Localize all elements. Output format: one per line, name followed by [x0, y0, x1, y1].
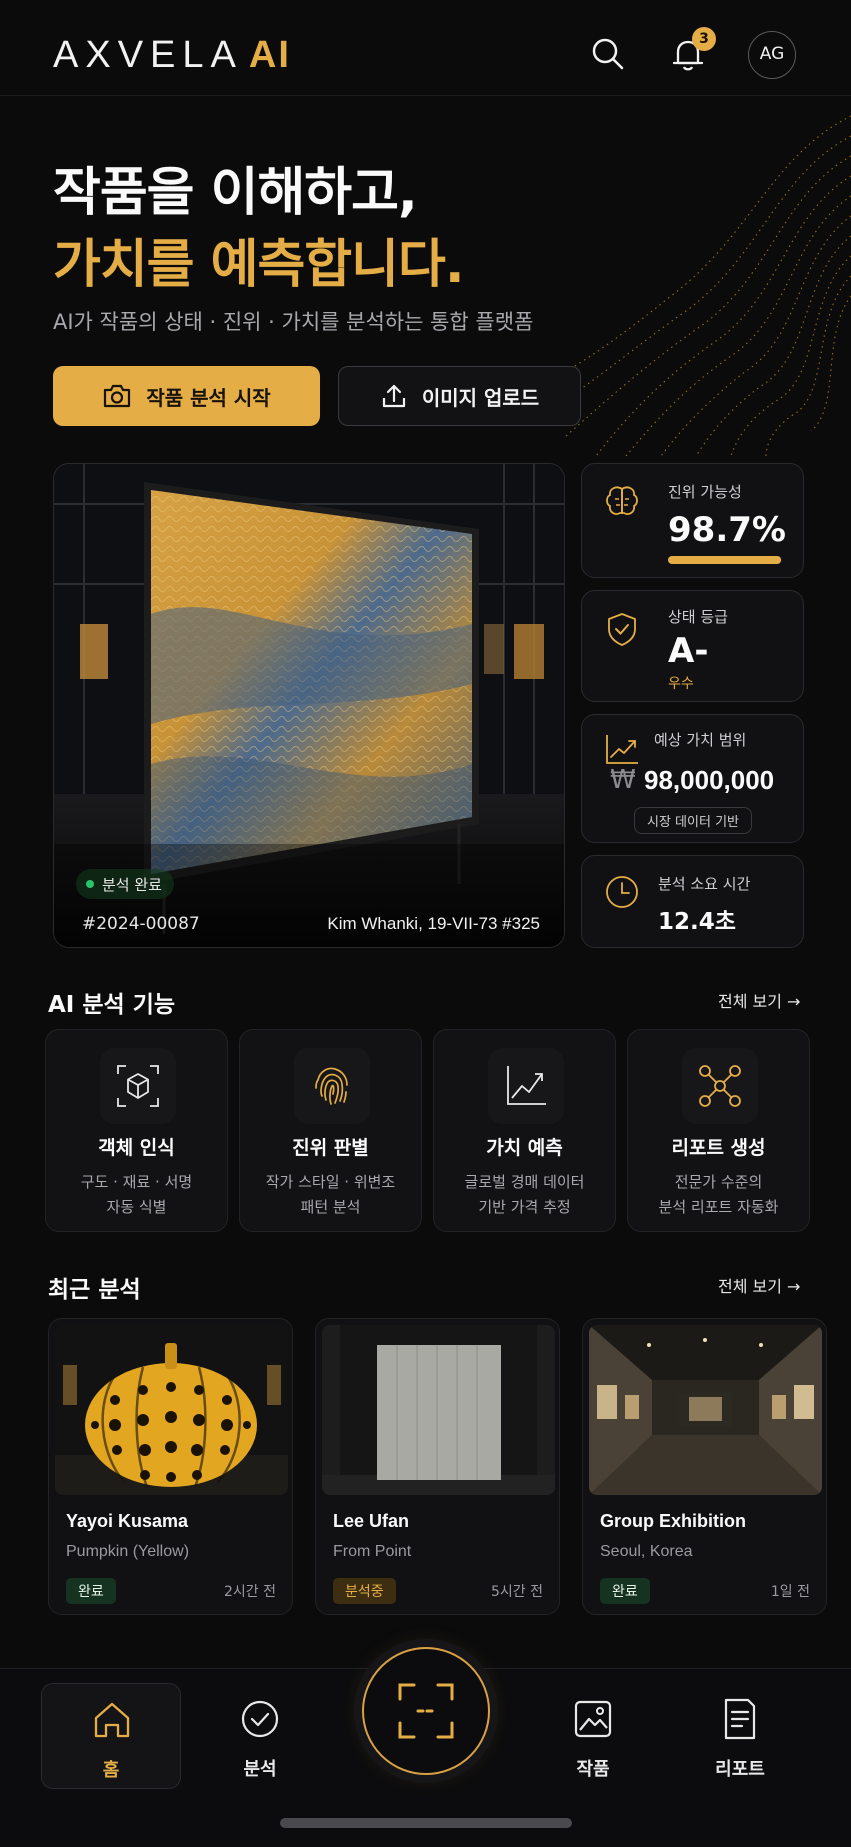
feature-description: 작가 스타일 · 위변조: [265, 1173, 396, 1191]
authenticity-label: 진위 가능성: [668, 483, 742, 501]
condition-label: 상태 등급: [668, 608, 728, 626]
feature-description: 패턴 분석: [300, 1198, 361, 1216]
from-point-image: [322, 1325, 555, 1495]
home-icon: [94, 1702, 130, 1738]
feature-description: 글로벌 경매 데이터: [464, 1173, 585, 1191]
value-range-stat-card[interactable]: 예상 가치 범위 ₩ 98,000,000 시장 데이터 기반: [581, 714, 804, 843]
recent-work: Seoul, Korea: [600, 1543, 693, 1560]
status-dot: [86, 880, 94, 888]
analysis-time-stat-card[interactable]: 분석 소요 시간 12.4초: [581, 855, 804, 948]
recent-card-lee-ufan[interactable]: Lee Ufan From Point 분석중 5시간 전: [315, 1318, 560, 1615]
home-indicator: [280, 1818, 572, 1828]
value-range-label: 예상 가치 범위: [654, 731, 747, 749]
analysis-status-text: 분석 완료: [102, 875, 162, 894]
feature-card-authenticity[interactable]: 진위 판별 작가 스타일 · 위변조 패턴 분석: [239, 1029, 422, 1232]
upload-icon: [382, 384, 405, 408]
pumpkin-image: [55, 1325, 288, 1495]
recent-time: 5시간 전: [491, 1584, 543, 1600]
recent-card-group-exhibition[interactable]: Group Exhibition Seoul, Korea 완료 1일 전: [582, 1318, 827, 1615]
clock-icon: [606, 876, 638, 908]
nav-reports-label: 리포트: [715, 1759, 765, 1780]
recent-work: From Point: [333, 1543, 412, 1560]
analyzed-artwork-card[interactable]: 분석 완료 #2024-00087 Kim Whanki, 19-VII-73 …: [53, 463, 565, 948]
recent-view-all-link[interactable]: 전체 보기 →: [718, 1273, 800, 1297]
upload-image-label: 이미지 업로드: [421, 385, 540, 410]
scan-button[interactable]: [362, 1647, 490, 1775]
feature-description: 분석 리포트 자동화: [658, 1198, 779, 1216]
feature-title: 객체 인식: [98, 1137, 175, 1159]
status-badge: 분석중: [333, 1578, 396, 1604]
status-badge: 완료: [66, 1578, 116, 1604]
feature-description: 기반 가격 추정: [478, 1198, 571, 1216]
recent-artist: Lee Ufan: [333, 1511, 410, 1531]
authenticity-value: 98.7%: [668, 510, 786, 550]
analysis-time-value: 12.4초: [658, 909, 736, 935]
recent-work: Pumpkin (Yellow): [66, 1543, 190, 1560]
nav-analysis-label: 분석: [243, 1759, 277, 1780]
analysis-complete-badge: 분석 완료: [76, 869, 174, 899]
recent-artist: Yayoi Kusama: [66, 1511, 189, 1531]
brain-icon: [606, 486, 638, 515]
feature-description: 자동 식별: [106, 1198, 167, 1216]
app-logo[interactable]: AXVELA AI: [53, 34, 291, 77]
nav-reports[interactable]: 리포트: [670, 1683, 810, 1789]
fingerprint-icon: [315, 1067, 348, 1105]
currency-symbol: ₩: [610, 765, 636, 795]
start-analysis-button[interactable]: 작품 분석 시작: [53, 366, 320, 426]
check-circle-icon: [241, 1700, 279, 1738]
feature-description: 구도 · 재료 · 서명: [80, 1173, 193, 1191]
feature-title: 진위 판별: [292, 1137, 369, 1159]
feature-card-value-prediction[interactable]: 가치 예측 글로벌 경매 데이터 기반 가격 추정: [433, 1029, 616, 1232]
feature-description: 전문가 수준의: [674, 1173, 763, 1191]
shield-check-icon: [608, 613, 636, 646]
condition-grade: A-: [668, 631, 709, 671]
nav-home[interactable]: 홈: [41, 1683, 181, 1789]
camera-icon: [104, 384, 131, 408]
network-icon: [699, 1065, 741, 1107]
feature-card-report[interactable]: 리포트 생성 전문가 수준의 분석 리포트 자동화: [627, 1029, 810, 1232]
trend-chart-icon: [507, 1066, 546, 1105]
market-data-badge: 시장 데이터 기반: [634, 807, 752, 834]
notification-badge: 3: [692, 27, 716, 51]
authenticity-stat-card[interactable]: 진위 가능성 98.7%: [581, 463, 804, 578]
search-icon[interactable]: [588, 34, 628, 74]
upload-image-button[interactable]: 이미지 업로드: [338, 366, 581, 426]
cube-scan-icon: [117, 1065, 159, 1107]
feature-title: 리포트 생성: [671, 1137, 766, 1159]
authenticity-progress-fill: [668, 556, 781, 564]
scan-icon: [398, 1683, 454, 1739]
nav-works-label: 작품: [576, 1759, 610, 1780]
artwork-id: #2024-00087: [82, 914, 200, 934]
top-header: AXVELA AI 3 AG: [0, 0, 851, 96]
condition-description: 우수: [668, 676, 694, 692]
recent-time: 2시간 전: [224, 1584, 276, 1600]
user-avatar[interactable]: AG: [748, 31, 796, 79]
status-badge: 완료: [600, 1578, 650, 1604]
hero-title-line2: 가치를 예측합니다.: [53, 235, 465, 295]
condition-stat-card[interactable]: 상태 등급 A- 우수: [581, 590, 804, 702]
authenticity-progress-bar: [668, 556, 782, 564]
exhibition-hall-image: [589, 1325, 822, 1495]
nav-home-label: 홈: [102, 1760, 120, 1781]
feature-card-object-recognition[interactable]: 객체 인식 구도 · 재료 · 서명 자동 식별: [45, 1029, 228, 1232]
recent-artist: Group Exhibition: [600, 1511, 746, 1531]
features-view-all-link[interactable]: 전체 보기 →: [718, 988, 800, 1012]
ai-features-title: AI 분석 기능: [48, 992, 176, 1018]
recent-time: 1일 전: [770, 1584, 810, 1600]
artwork-title: Kim Whanki, 19-VII-73 #325: [327, 914, 540, 933]
image-icon: [574, 1700, 612, 1738]
nav-works[interactable]: 작품: [523, 1683, 663, 1789]
hero-subtitle: AI가 작품의 상태 · 진위 · 가치를 분석하는 통합 플랫폼: [53, 310, 534, 334]
start-analysis-label: 작품 분석 시작: [146, 385, 271, 410]
value-range-amount: 98,000,000: [644, 765, 775, 795]
document-icon: [724, 1698, 756, 1740]
feature-title: 가치 예측: [486, 1137, 563, 1159]
recent-analysis-title: 최근 분석: [48, 1277, 141, 1303]
nav-analysis[interactable]: 분석: [190, 1683, 330, 1789]
hero-title-line1: 작품을 이해하고,: [53, 163, 418, 223]
analysis-time-label: 분석 소요 시간: [658, 875, 751, 893]
trend-up-icon: [606, 735, 638, 764]
recent-card-kusama[interactable]: Yayoi Kusama Pumpkin (Yellow) 완료 2시간 전: [48, 1318, 293, 1615]
